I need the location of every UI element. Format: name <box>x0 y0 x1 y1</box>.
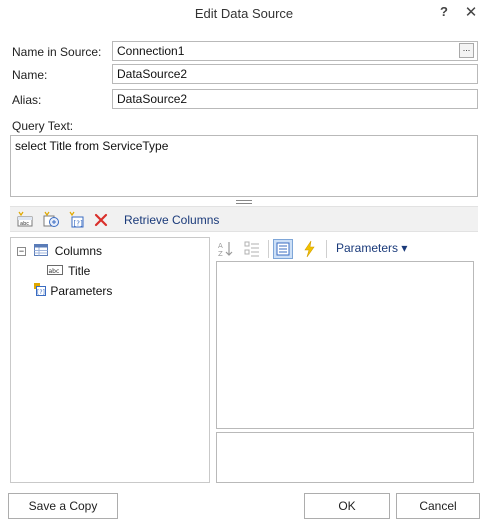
toolbar-separator-2 <box>326 240 327 258</box>
svg-text:[?]: [?] <box>74 220 83 228</box>
parameters-dropdown[interactable]: Parameters ▾ <box>336 241 407 255</box>
parameters-icon: [?] <box>33 282 47 301</box>
tree-item-title[interactable]: abc Title <box>47 262 90 280</box>
columns-table-icon <box>34 243 49 261</box>
svg-text:abc: abc <box>49 268 60 275</box>
svg-text:abc: abc <box>20 221 29 227</box>
title-bar: Edit Data Source ? ✕ <box>0 0 488 28</box>
property-grid[interactable] <box>216 261 474 429</box>
new-parameter-icon[interactable]: [?] <box>68 211 86 229</box>
name-in-source-value: Connection1 <box>117 44 185 58</box>
columns-tree: − Columns abc Title [?] Parameters <box>10 237 210 483</box>
toolbar-separator <box>268 240 269 258</box>
property-description-panel <box>216 432 474 483</box>
properties-toolbar: A Z Parameters ▾ <box>216 237 478 259</box>
alias-label: Alias: <box>12 93 42 107</box>
tree-item-columns[interactable]: − Columns <box>17 242 102 260</box>
svg-text:Z: Z <box>218 250 223 258</box>
cancel-button[interactable]: Cancel <box>396 493 480 519</box>
delete-icon[interactable] <box>92 211 110 229</box>
new-column-icon[interactable]: abc <box>16 211 34 229</box>
svg-text:A: A <box>218 242 223 250</box>
columns-toolbar: abc [?] Retrieve Columns <box>10 206 478 232</box>
name-field[interactable] <box>112 64 478 84</box>
save-a-copy-button[interactable]: Save a Copy <box>8 493 118 519</box>
name-in-source-field[interactable]: Connection1 <box>112 41 478 61</box>
close-button[interactable]: ✕ <box>462 3 480 21</box>
tree-item-title-label: Title <box>68 264 91 278</box>
edit-data-source-dialog: Edit Data Source ? ✕ Name in Source: Con… <box>0 0 488 525</box>
calculated-column-icon[interactable] <box>42 211 60 229</box>
dialog-title: Edit Data Source <box>194 6 294 21</box>
ok-button[interactable]: OK <box>304 493 390 519</box>
tree-item-parameters[interactable]: [?] Parameters <box>33 282 112 300</box>
data-column-icon: abc <box>47 263 63 281</box>
tree-item-parameters-label: Parameters <box>50 284 113 298</box>
categorized-icon[interactable] <box>242 239 262 259</box>
name-label: Name: <box>12 68 48 82</box>
properties-view-icon[interactable] <box>273 239 293 259</box>
tree-item-columns-label: Columns <box>54 244 103 258</box>
query-splitter[interactable] <box>236 200 252 205</box>
name-in-source-label: Name in Source: <box>12 45 102 59</box>
collapse-icon[interactable]: − <box>17 247 26 257</box>
retrieve-columns-button[interactable]: Retrieve Columns <box>124 213 219 227</box>
query-text-label: Query Text: <box>12 119 74 133</box>
sort-az-icon[interactable]: A Z <box>216 239 236 259</box>
help-button[interactable]: ? <box>436 4 452 22</box>
query-text-input[interactable]: select Title from ServiceType <box>10 135 478 197</box>
alias-field[interactable] <box>112 89 478 109</box>
browse-connection-button[interactable]: ... <box>459 43 474 58</box>
events-lightning-icon[interactable] <box>300 239 320 259</box>
svg-text:[?]: [?] <box>37 289 45 296</box>
